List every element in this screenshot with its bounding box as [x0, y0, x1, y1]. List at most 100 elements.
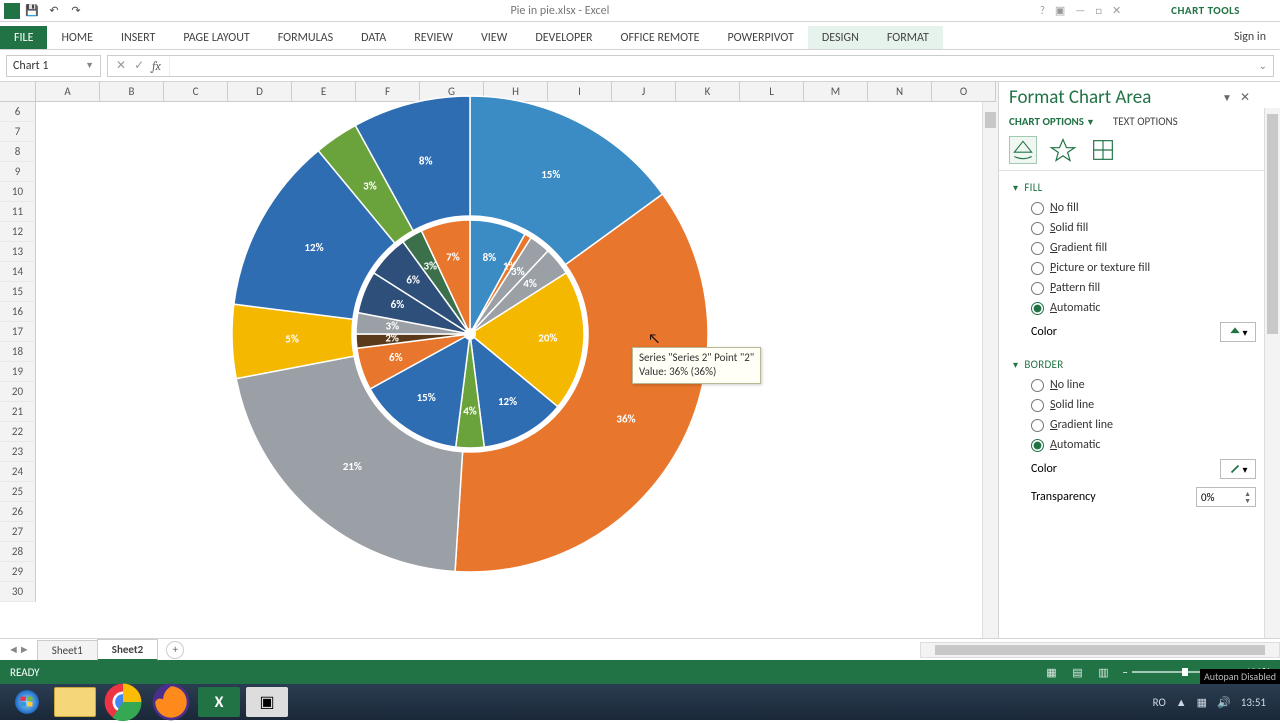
formula-expand-icon[interactable]: ⌄ [1253, 59, 1273, 72]
fill-opt-solid-fill[interactable]: Solid fill [1013, 218, 1256, 238]
col-header[interactable]: M [804, 82, 868, 102]
redo-icon[interactable]: ↷ [66, 2, 86, 20]
row-header[interactable]: 6 [0, 102, 36, 122]
row-header[interactable]: 25 [0, 482, 36, 502]
tray-flag-icon[interactable]: ▲ [1176, 696, 1187, 709]
tab-view[interactable]: VIEW [467, 26, 521, 49]
cancel-icon[interactable]: ✕ [116, 58, 126, 73]
tab-powerpivot[interactable]: POWERPIVOT [713, 26, 807, 49]
size-properties-icon[interactable] [1089, 136, 1117, 164]
tab-formulas[interactable]: FORMULAS [264, 26, 347, 49]
border-opt-gradient-line[interactable]: Gradient line [1013, 415, 1256, 435]
col-header[interactable]: B [100, 82, 164, 102]
row-header[interactable]: 20 [0, 382, 36, 402]
col-header[interactable]: A [36, 82, 100, 102]
pane-close-icon[interactable]: ✕ [1236, 88, 1254, 107]
chart-object[interactable]: 15%36%21%5%12%3%8% 8%1%3%4%20%12%4%15%6%… [210, 84, 730, 584]
explorer-icon[interactable] [54, 687, 96, 717]
recorder-icon[interactable]: ▣ [246, 687, 288, 717]
view-page-layout-icon[interactable]: ▤ [1064, 663, 1090, 681]
tab-developer[interactable]: DEVELOPER [521, 26, 606, 49]
chevron-down-icon[interactable]: ▼ [85, 60, 94, 71]
name-box[interactable]: Chart 1 ▼ [6, 55, 101, 77]
row-header[interactable]: 22 [0, 422, 36, 442]
row-header[interactable]: 17 [0, 322, 36, 342]
start-button[interactable] [6, 687, 48, 717]
border-opt-automatic[interactable]: Automatic [1013, 435, 1256, 455]
row-header[interactable]: 8 [0, 142, 36, 162]
tab-office-remote[interactable]: OFFICE REMOTE [607, 26, 714, 49]
add-sheet-button[interactable]: + [166, 641, 184, 659]
undo-icon[interactable]: ↶ [44, 2, 64, 20]
tab-format[interactable]: FORMAT [873, 26, 943, 49]
row-header[interactable]: 26 [0, 502, 36, 522]
horizontal-scrollbar[interactable] [920, 642, 1280, 658]
sheet-nav-next-icon[interactable]: ► [19, 643, 30, 656]
row-header[interactable]: 10 [0, 182, 36, 202]
vertical-scrollbar[interactable] [982, 102, 998, 638]
pane-scrollbar[interactable] [1264, 108, 1280, 638]
help-icon[interactable]: ? [1040, 4, 1045, 17]
select-all-corner[interactable] [0, 82, 36, 102]
minimize-icon[interactable]: — [1075, 4, 1085, 17]
border-opt-no-line[interactable]: No line [1013, 375, 1256, 395]
tray-network-icon[interactable]: ▦ [1197, 696, 1207, 709]
sheet-tab-sheet1[interactable]: Sheet1 [37, 640, 98, 660]
subtab-text-options[interactable]: TEXT OPTIONS [1113, 115, 1178, 128]
tray-volume-icon[interactable]: 🔊 [1217, 696, 1231, 709]
ribbon-collapse-icon[interactable]: ▣ [1055, 4, 1065, 17]
row-header[interactable]: 12 [0, 222, 36, 242]
zoom-out-icon[interactable]: − [1122, 666, 1127, 679]
tab-home[interactable]: HOME [47, 26, 107, 49]
effects-icon[interactable] [1049, 136, 1077, 164]
row-header[interactable]: 27 [0, 522, 36, 542]
signin-link[interactable]: Sign in [1220, 25, 1280, 49]
sheet-nav-prev-icon[interactable]: ◄ [8, 643, 19, 656]
pane-move-icon[interactable]: ▼ [1218, 89, 1236, 106]
row-header[interactable]: 21 [0, 402, 36, 422]
chrome-icon[interactable] [102, 687, 144, 717]
save-icon[interactable]: 💾 [22, 2, 42, 20]
fill-opt-picture-or-texture-fill[interactable]: Picture or texture fill [1013, 258, 1256, 278]
sheet-tab-sheet2[interactable]: Sheet2 [97, 639, 159, 661]
row-header[interactable]: 23 [0, 442, 36, 462]
col-header[interactable]: N [868, 82, 932, 102]
border-color-button[interactable]: ▾ [1220, 459, 1256, 479]
tab-design[interactable]: DESIGN [808, 26, 873, 49]
col-header[interactable]: L [740, 82, 804, 102]
excel-taskbar-icon[interactable]: X [198, 687, 240, 717]
tab-insert[interactable]: INSERT [107, 26, 169, 49]
row-header[interactable]: 7 [0, 122, 36, 142]
row-header[interactable]: 16 [0, 302, 36, 322]
fill-opt-automatic[interactable]: Automatic [1013, 298, 1256, 318]
tray-lang[interactable]: RO [1153, 696, 1166, 709]
row-header[interactable]: 14 [0, 262, 36, 282]
tab-data[interactable]: DATA [347, 26, 400, 49]
maximize-icon[interactable]: □ [1095, 4, 1102, 17]
section-head-border[interactable]: BORDER [1013, 354, 1256, 375]
firefox-icon[interactable] [150, 687, 192, 717]
view-normal-icon[interactable]: ▦ [1038, 663, 1064, 681]
row-header[interactable]: 24 [0, 462, 36, 482]
fill-color-button[interactable]: ▾ [1220, 322, 1256, 342]
donut-chart[interactable]: 15%36%21%5%12%3%8% 8%1%3%4%20%12%4%15%6%… [210, 84, 730, 584]
row-header[interactable]: 29 [0, 562, 36, 582]
tab-file[interactable]: FILE [0, 26, 47, 49]
formula-bar[interactable]: ✕ ✓ fx ⌄ [107, 55, 1274, 77]
close-icon[interactable]: ✕ [1112, 4, 1121, 17]
fill-opt-pattern-fill[interactable]: Pattern fill [1013, 278, 1256, 298]
fill-opt-no-fill[interactable]: No fill [1013, 198, 1256, 218]
row-header[interactable]: 11 [0, 202, 36, 222]
section-head-fill[interactable]: FILL [1013, 177, 1256, 198]
fx-icon[interactable]: fx [152, 59, 161, 73]
enter-icon[interactable]: ✓ [134, 58, 144, 73]
fill-opt-gradient-fill[interactable]: Gradient fill [1013, 238, 1256, 258]
row-header[interactable]: 13 [0, 242, 36, 262]
row-header[interactable]: 30 [0, 582, 36, 602]
row-header[interactable]: 9 [0, 162, 36, 182]
row-header[interactable]: 19 [0, 362, 36, 382]
tab-page-layout[interactable]: PAGE LAYOUT [169, 26, 263, 49]
transparency-spinner[interactable]: 0%▲▼ [1196, 487, 1256, 507]
tab-review[interactable]: REVIEW [400, 26, 467, 49]
col-header[interactable]: O [932, 82, 996, 102]
